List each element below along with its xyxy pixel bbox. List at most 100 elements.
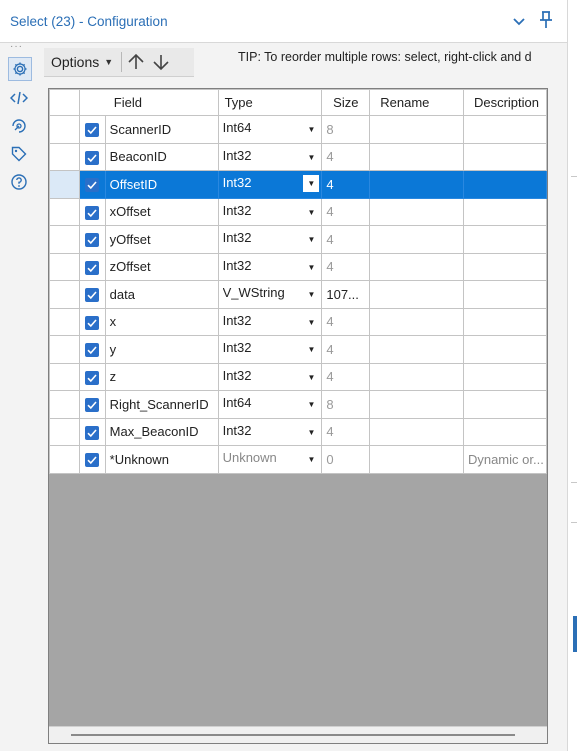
size-cell[interactable]: 4 [321,252,371,281]
row-header[interactable] [49,362,80,391]
chevron-down-icon[interactable] [513,14,525,29]
rename-cell[interactable] [369,417,464,446]
row-checkbox-cell[interactable] [78,417,106,446]
type-cell[interactable]: Int32 ▼ [217,417,323,446]
row-header[interactable] [49,115,80,144]
size-cell[interactable]: 8 [321,390,371,419]
rename-cell[interactable] [369,197,464,226]
strip-tab[interactable] [573,616,577,652]
type-cell[interactable]: Int64 ▼ [217,115,323,144]
options-button[interactable]: Options ▼ [44,54,113,70]
type-dropdown-arrow-icon[interactable]: ▼ [307,455,315,464]
code-icon[interactable] [8,87,30,109]
table-row[interactable]: Right_ScannerID Int64 ▼ 8 [49,390,547,419]
type-cell[interactable]: Int32 ▼ [217,170,323,199]
radar-icon[interactable] [8,115,30,137]
move-up-button[interactable] [125,50,147,74]
field-name-cell[interactable]: yOffset [104,225,219,254]
type-cell[interactable]: Int64 ▼ [217,390,323,419]
type-dropdown-arrow-icon[interactable]: ▼ [307,400,315,409]
row-header[interactable] [49,225,80,254]
rename-cell[interactable] [369,445,464,474]
row-checkbox-cell[interactable] [78,197,106,226]
field-name-cell[interactable]: zOffset [104,252,219,281]
checkbox[interactable] [85,343,100,358]
checkbox[interactable] [85,123,100,138]
row-checkbox-cell[interactable] [78,390,106,419]
row-header[interactable] [49,417,80,446]
table-row[interactable]: zOffset Int32 ▼ 4 [49,252,547,281]
size-cell[interactable]: 107... [321,280,371,309]
type-dropdown-arrow-icon[interactable]: ▼ [307,263,315,272]
row-header[interactable] [49,445,80,474]
column-header-rename[interactable]: Rename [369,89,464,116]
description-cell[interactable] [462,362,547,391]
field-name-cell[interactable]: x [104,307,219,336]
type-dropdown-arrow-icon[interactable]: ▼ [307,153,315,162]
checkbox[interactable] [85,233,100,248]
checkbox[interactable] [85,150,100,165]
table-row[interactable]: *Unknown Unknown ▼ 0 Dynamic or... [49,445,547,474]
move-down-button[interactable] [150,50,172,74]
type-cell[interactable]: Int32 ▼ [217,142,323,171]
size-cell[interactable]: 4 [321,307,371,336]
help-icon[interactable] [8,171,30,193]
checkbox[interactable] [85,315,100,330]
checkbox[interactable] [85,398,100,413]
size-cell[interactable]: 0 [321,445,371,474]
table-row[interactable]: ScannerID Int64 ▼ 8 [49,115,547,144]
size-cell[interactable]: 4 [321,142,371,171]
type-cell[interactable]: Int32 ▼ [217,252,323,281]
row-checkbox-cell[interactable] [78,445,106,474]
rename-cell[interactable] [369,280,464,309]
rename-cell[interactable] [369,362,464,391]
size-cell[interactable]: 4 [321,197,371,226]
description-cell[interactable] [462,280,547,309]
row-checkbox-cell[interactable] [78,362,106,391]
row-header[interactable] [49,390,80,419]
row-header[interactable] [49,335,80,364]
field-name-cell[interactable]: BeaconID [104,142,219,171]
gear-icon[interactable] [8,57,32,81]
checkbox[interactable] [85,260,100,275]
row-checkbox-cell[interactable] [78,142,106,171]
column-header-field[interactable]: Field [78,89,219,116]
column-header-size[interactable]: Size [321,89,371,116]
row-header[interactable] [49,307,80,336]
type-cell[interactable]: Int32 ▼ [217,307,323,336]
size-cell[interactable]: 4 [321,170,371,199]
type-cell[interactable]: Int32 ▼ [217,335,323,364]
rename-cell[interactable] [369,115,464,144]
size-cell[interactable]: 4 [321,225,371,254]
type-dropdown-arrow-icon[interactable]: ▼ [307,208,315,217]
table-row[interactable]: data V_WString ▼ 107... [49,280,547,309]
size-cell[interactable]: 8 [321,115,371,144]
checkbox[interactable] [85,178,100,193]
field-name-cell[interactable]: Right_ScannerID [104,390,219,419]
type-cell[interactable]: Int32 ▼ [217,197,323,226]
type-dropdown-arrow-icon[interactable]: ▼ [307,290,315,299]
type-dropdown-arrow-icon[interactable]: ▼ [307,235,315,244]
rename-cell[interactable] [369,225,464,254]
row-checkbox-cell[interactable] [78,115,106,144]
row-checkbox-cell[interactable] [78,252,106,281]
field-name-cell[interactable]: data [104,280,219,309]
type-cell[interactable]: Int32 ▼ [217,362,323,391]
field-name-cell[interactable]: *Unknown [104,445,219,474]
description-cell[interactable] [462,142,547,171]
row-checkbox-cell[interactable] [78,170,106,199]
row-header[interactable] [49,197,80,226]
column-header-type[interactable]: Type [217,89,323,116]
type-cell[interactable]: V_WString ▼ [217,280,323,309]
table-row[interactable]: OffsetID Int32 ▼ 4 [49,170,547,199]
more-dots-icon[interactable]: ··· [10,41,23,52]
pin-icon[interactable] [539,10,553,32]
type-dropdown-arrow-icon[interactable]: ▼ [307,345,315,354]
rename-cell[interactable] [369,170,464,199]
table-row[interactable]: z Int32 ▼ 4 [49,362,547,391]
description-cell[interactable] [462,197,547,226]
row-header[interactable] [49,280,80,309]
row-header[interactable] [49,170,80,199]
checkbox[interactable] [85,453,100,468]
checkbox[interactable] [85,205,100,220]
